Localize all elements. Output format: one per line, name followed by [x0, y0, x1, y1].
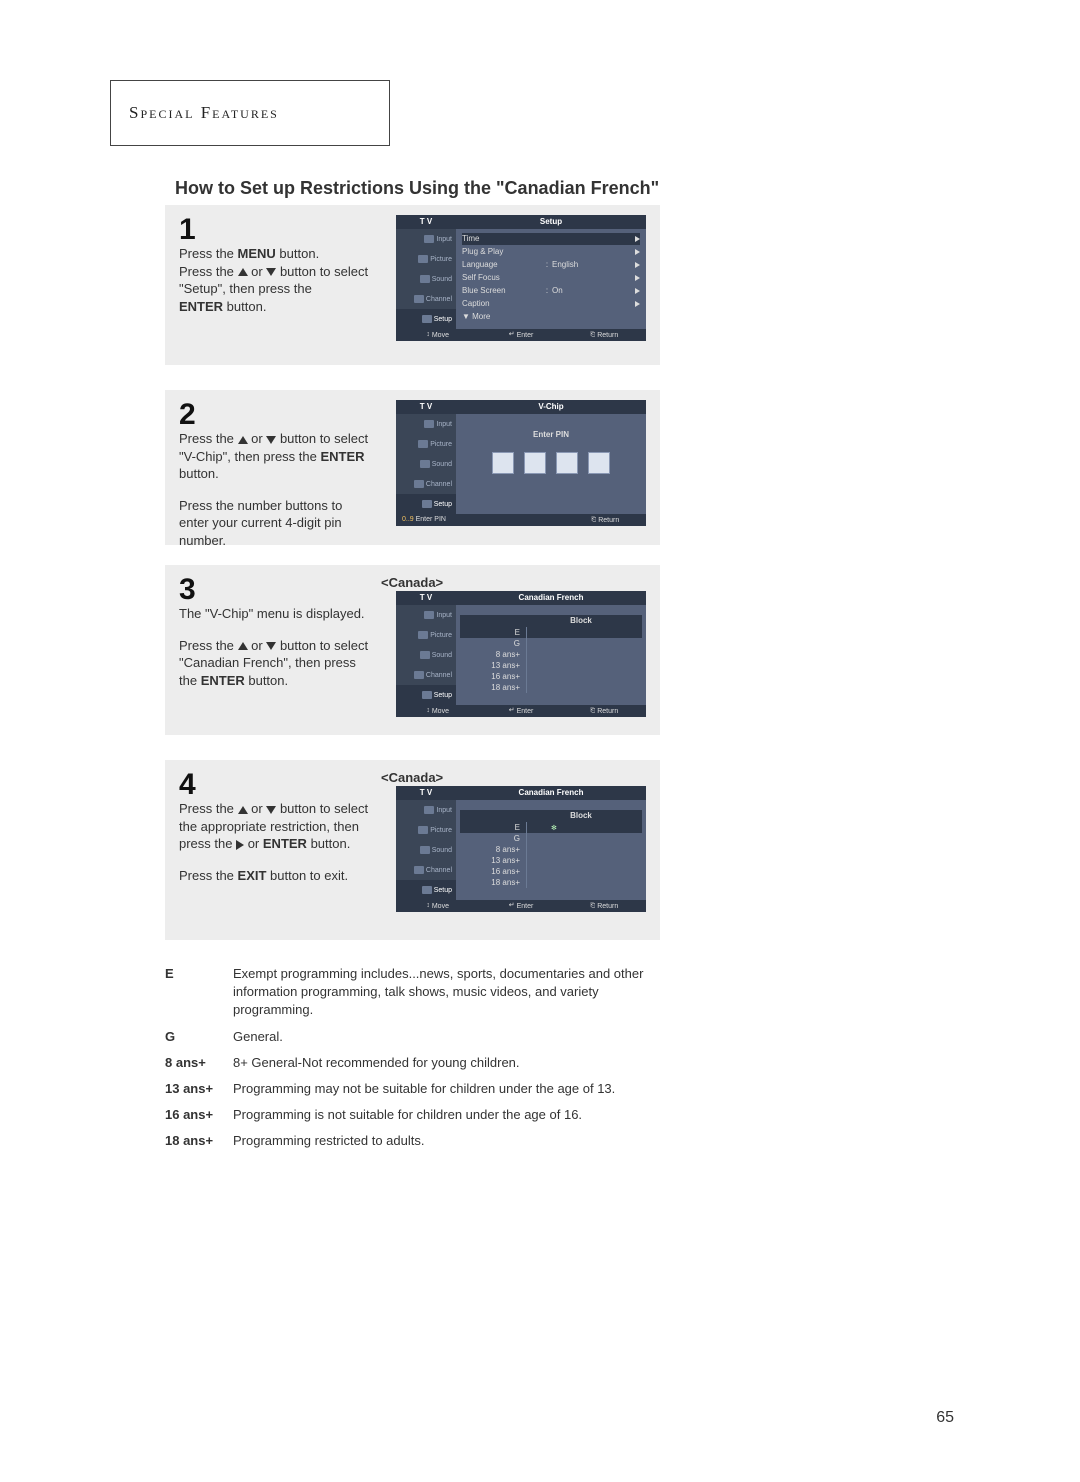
up-icon	[238, 642, 248, 650]
setup-icon	[422, 315, 432, 323]
rating-table: Block E G 8 ans+ 13 ans+ 16 ans+ 18 ans+	[460, 810, 642, 888]
canada-label-3: <Canada>	[381, 575, 443, 590]
manual-page: Special Features How to Set up Restricti…	[0, 0, 1080, 1482]
osd-content: Time Plug & Play Language:English Self F…	[456, 229, 646, 329]
osd-footer: Move Enter Return	[396, 329, 646, 341]
input-icon	[424, 235, 434, 243]
osd-vchip-pin: T V V-Chip Input Picture Sound Channel S…	[396, 400, 646, 526]
def-row: EExempt programming includes...news, spo…	[165, 965, 660, 1020]
up-icon	[238, 806, 248, 814]
down-icon	[266, 806, 276, 814]
page-title: How to Set up Restrictions Using the "Ca…	[175, 178, 659, 199]
step-2: 2 Press the or button to select "V-Chip"…	[165, 390, 660, 545]
step-3-text: The "V-Chip" menu is displayed. Press th…	[179, 605, 369, 689]
rating-table: Block E G 8 ans+ 13 ans+ 16 ans+ 18 ans+	[460, 615, 642, 693]
osd-canadian-french-4: T V Canadian French Input Picture Sound …	[396, 786, 646, 912]
right-arrow-icon	[635, 236, 640, 242]
def-row: 18 ans+Programming restricted to adults.	[165, 1132, 660, 1150]
up-icon	[238, 268, 248, 276]
pin-digit	[588, 452, 610, 474]
osd-canadian-french-3: T V Canadian French Input Picture Sound …	[396, 591, 646, 717]
up-icon	[238, 436, 248, 444]
def-row: 16 ans+Programming is not suitable for c…	[165, 1106, 660, 1124]
osd-tv-label: T V	[396, 215, 456, 229]
step-4-text: Press the or button to select the approp…	[179, 800, 379, 884]
step-4: 4 Press the or button to select the appr…	[165, 760, 660, 940]
step-3: 3 The "V-Chip" menu is displayed. Press …	[165, 565, 660, 735]
down-icon	[266, 268, 276, 276]
right-icon	[236, 840, 244, 850]
enter-pin-label: Enter PIN	[462, 430, 640, 439]
enter-icon	[509, 329, 515, 341]
section-header: Special Features	[110, 80, 390, 146]
down-icon	[266, 642, 276, 650]
return-icon	[590, 329, 595, 341]
canada-label-4: <Canada>	[381, 770, 443, 785]
pin-digit	[524, 452, 546, 474]
def-row: GGeneral.	[165, 1028, 660, 1046]
sound-icon	[420, 275, 430, 283]
rating-definitions: EExempt programming includes...news, spo…	[165, 965, 660, 1159]
page-number: 65	[936, 1409, 954, 1427]
osd-title: Setup	[456, 215, 646, 229]
def-row: 8 ans+8+ General-Not recommended for you…	[165, 1054, 660, 1072]
step-1-text: Press the MENU button. Press the or butt…	[179, 245, 369, 315]
step-2-text: Press the or button to select "V-Chip", …	[179, 430, 369, 549]
osd-row-time: Time	[462, 233, 640, 245]
osd-setup-menu: T V Setup Input Picture Sound Channel Se…	[396, 215, 646, 341]
step-1: 1 Press the MENU button. Press the or bu…	[165, 205, 660, 365]
updown-icon	[426, 329, 430, 341]
pin-digit	[492, 452, 514, 474]
def-row: 13 ans+Programming may not be suitable f…	[165, 1080, 660, 1098]
pin-digit	[556, 452, 578, 474]
digit-icon: 0..9	[402, 516, 416, 523]
pin-input	[462, 452, 640, 474]
picture-icon	[418, 255, 428, 263]
osd-sidebar: Input Picture Sound Channel Setup	[396, 229, 456, 329]
channel-icon	[414, 295, 424, 303]
down-icon	[266, 436, 276, 444]
block-mark-icon	[526, 822, 642, 833]
